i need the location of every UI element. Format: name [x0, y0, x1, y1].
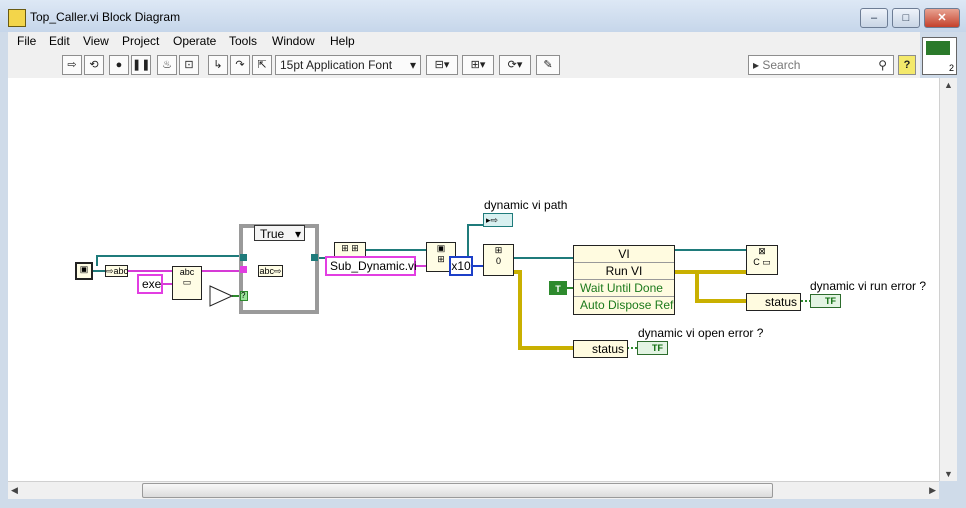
invoke-param-wait[interactable]: Wait Until Done [574, 279, 674, 296]
true-constant[interactable]: T [549, 281, 567, 295]
case-tunnel [240, 266, 247, 273]
case-selector-label[interactable]: True ▾ [254, 225, 305, 241]
open-error-label: dynamic vi open error ? [638, 326, 764, 340]
run-error-indicator[interactable]: TF [810, 294, 841, 308]
invoke-param-dispose[interactable]: Auto Dispose Ref [574, 296, 674, 313]
chevron-down-icon: ▾ [294, 227, 301, 241]
open-vi-reference-node[interactable]: ⊞ 0 [483, 244, 514, 276]
path-indicator-label: dynamic vi path [484, 198, 568, 212]
case-selector-value: True [260, 227, 285, 241]
run-error-label: dynamic vi run error ? [810, 279, 927, 293]
zero-constant: 0 [495, 256, 501, 266]
wire-error [674, 270, 747, 303]
case-tunnel [311, 254, 318, 261]
options-constant[interactable]: x10 [449, 256, 473, 276]
case-selector-terminal: ? [240, 291, 248, 301]
match-pattern-node[interactable]: abc ▭ [172, 266, 202, 300]
current-vi-path-node[interactable]: ▣ [75, 262, 93, 280]
invoke-method: Run VI [574, 262, 674, 279]
wire-path [456, 224, 484, 261]
unbundle-status-node-2[interactable]: status [573, 340, 628, 358]
unbundle-status-node-1[interactable]: status [746, 293, 801, 311]
build-path-node[interactable]: abc⇨ [258, 265, 283, 277]
invoke-node[interactable]: VI Run VI Wait Until Done Auto Dispose R… [573, 245, 675, 315]
invoke-class: VI [618, 247, 630, 261]
open-error-indicator[interactable]: TF [637, 341, 668, 355]
exe-constant[interactable]: exe [137, 274, 163, 294]
case-tunnel [240, 254, 247, 261]
vi-name-constant[interactable]: Sub_Dynamic.vi [325, 256, 417, 276]
close-reference-node[interactable]: ⊠ C ▭ [746, 245, 778, 275]
path-indicator[interactable]: ▸⇨ [483, 213, 513, 227]
strip-path-node[interactable]: ⇨abc [105, 265, 128, 277]
greater-than-zero-node[interactable] [209, 285, 234, 307]
